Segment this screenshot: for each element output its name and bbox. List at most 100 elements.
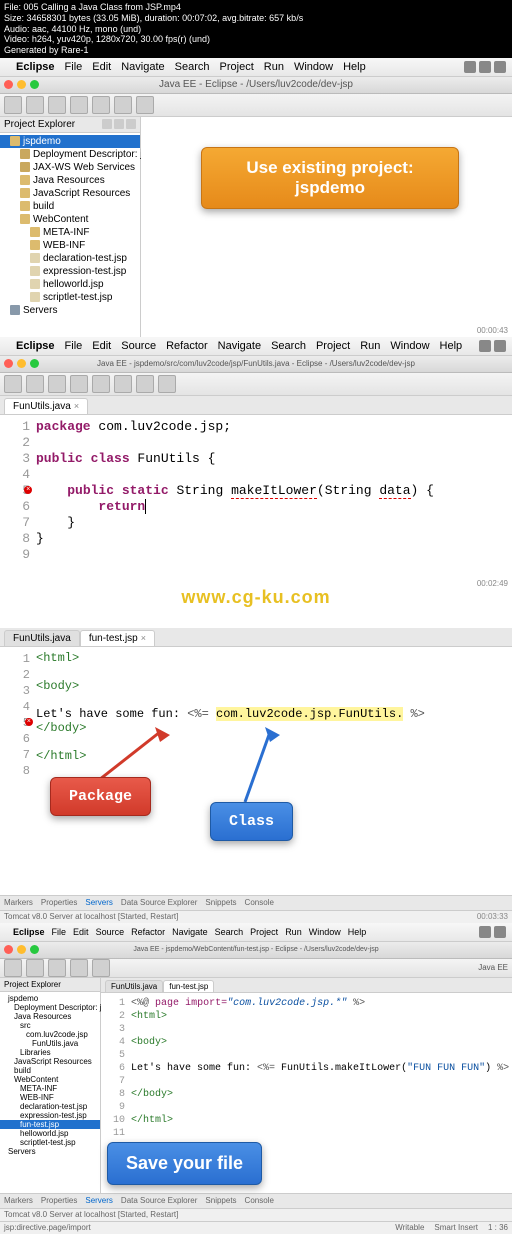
tray-icon[interactable] — [479, 61, 491, 73]
tab-funtest[interactable]: fun-test.jsp — [163, 980, 214, 992]
tree-item[interactable]: com.luv2code.jsp — [0, 1030, 100, 1039]
close-button[interactable] — [4, 945, 13, 954]
close-button[interactable] — [4, 359, 13, 368]
toolbar-button[interactable] — [48, 96, 66, 114]
tab-funutils[interactable]: FunUtils.java — [4, 630, 80, 646]
menu-project[interactable]: Project — [316, 340, 350, 352]
menu-search[interactable]: Search — [175, 61, 210, 73]
toolbar-button[interactable] — [70, 959, 88, 977]
tab-console[interactable]: Console — [245, 898, 274, 907]
code-editor[interactable]: 1234×56789 package com.luv2code.jsp; pub… — [0, 415, 512, 567]
tab-markers[interactable]: Markers — [4, 1196, 33, 1205]
tree-item[interactable]: META-INF — [0, 226, 140, 239]
toolbar-button[interactable] — [26, 375, 44, 393]
tree-item[interactable]: expression-test.jsp — [0, 265, 140, 278]
tree-item[interactable]: WEB-INF — [0, 1093, 100, 1102]
toolbar-button[interactable] — [136, 375, 154, 393]
tab-servers[interactable]: Servers — [85, 898, 113, 907]
tree-item[interactable]: Deployment Descriptor: jspdemo — [0, 148, 140, 161]
menu-edit[interactable]: Edit — [92, 61, 111, 73]
tree-servers[interactable]: Servers — [0, 1147, 100, 1156]
server-status[interactable]: Tomcat v8.0 Server at localhost [Started… — [4, 912, 178, 921]
tab-properties[interactable]: Properties — [41, 898, 77, 907]
close-icon[interactable]: × — [74, 401, 79, 411]
tab-datasource[interactable]: Data Source Explorer — [121, 898, 197, 907]
code-text[interactable]: package com.luv2code.jsp; public class F… — [36, 419, 512, 563]
error-marker-icon[interactable]: × — [25, 718, 33, 726]
menu-refactor[interactable]: Refactor — [131, 927, 165, 937]
tab-funutils[interactable]: FunUtils.java — [105, 980, 163, 992]
toolbar-button[interactable] — [26, 96, 44, 114]
menu-window[interactable]: Window — [390, 340, 429, 352]
tree-item[interactable]: src — [0, 1021, 100, 1030]
menu-help[interactable]: Help — [440, 340, 463, 352]
collapse-icon[interactable] — [102, 119, 112, 129]
menu-navigate[interactable]: Navigate — [172, 927, 208, 937]
toolbar-button[interactable] — [92, 959, 110, 977]
toolbar-button[interactable] — [114, 96, 132, 114]
tab-snippets[interactable]: Snippets — [205, 1196, 236, 1205]
tree-item[interactable]: Java Resources — [0, 174, 140, 187]
menu-file[interactable]: File — [65, 340, 83, 352]
tab-funtest[interactable]: fun-test.jsp× — [80, 630, 155, 646]
code-text[interactable]: <%@ page import="com.luv2code.jsp.*" %> … — [131, 997, 512, 1140]
tree-item[interactable]: FunUtils.java — [0, 1039, 100, 1048]
menu-eclipse[interactable]: Eclipse — [13, 927, 45, 937]
tree-item[interactable]: JavaScript Resources — [0, 187, 140, 200]
menu-search[interactable]: Search — [215, 927, 244, 937]
toolbar-button[interactable] — [114, 375, 132, 393]
tab-funutils[interactable]: FunUtils.java× — [4, 398, 88, 414]
link-icon[interactable] — [114, 119, 124, 129]
toolbar-button[interactable] — [4, 96, 22, 114]
menu-refactor[interactable]: Refactor — [166, 340, 208, 352]
tree-item[interactable]: Deployment Descriptor: jspdemo — [0, 1003, 100, 1012]
tab-properties[interactable]: Properties — [41, 1196, 77, 1205]
menu-help[interactable]: Help — [343, 61, 366, 73]
menu-window[interactable]: Window — [309, 927, 341, 937]
tree-item[interactable]: META-INF — [0, 1084, 100, 1093]
zoom-button[interactable] — [30, 945, 39, 954]
menu-file[interactable]: File — [65, 61, 83, 73]
menu-navigate[interactable]: Navigate — [121, 61, 164, 73]
perspective-switcher[interactable]: Java EE — [478, 963, 508, 972]
tab-markers[interactable]: Markers — [4, 898, 33, 907]
tree-servers[interactable]: Servers — [0, 304, 140, 317]
menu-file[interactable]: File — [52, 927, 67, 937]
minimize-button[interactable] — [17, 359, 26, 368]
zoom-button[interactable] — [30, 80, 39, 89]
menu-project[interactable]: Project — [220, 61, 254, 73]
menu-navigate[interactable]: Navigate — [218, 340, 261, 352]
toolbar-button[interactable] — [4, 375, 22, 393]
tree-item[interactable]: JAX-WS Web Services — [0, 161, 140, 174]
toolbar-button[interactable] — [48, 959, 66, 977]
menu-edit[interactable]: Edit — [92, 340, 111, 352]
menu-run[interactable]: Run — [285, 927, 302, 937]
toolbar-button[interactable] — [158, 375, 176, 393]
tray-icon[interactable] — [479, 340, 491, 352]
tab-snippets[interactable]: Snippets — [205, 898, 236, 907]
tree-item[interactable]: helloworld.jsp — [0, 1129, 100, 1138]
close-button[interactable] — [4, 80, 13, 89]
menu-window[interactable]: Window — [294, 61, 333, 73]
tree-item[interactable]: WebContent — [0, 1075, 100, 1084]
tree-item[interactable]: declaration-test.jsp — [0, 252, 140, 265]
tree-item[interactable]: scriptlet-test.jsp — [0, 291, 140, 304]
menu-run[interactable]: Run — [264, 61, 284, 73]
evernote-icon[interactable] — [464, 61, 476, 73]
menu-eclipse[interactable]: Eclipse — [16, 61, 55, 73]
tree-project-root[interactable]: jspdemo — [0, 135, 140, 148]
tab-datasource[interactable]: Data Source Explorer — [121, 1196, 197, 1205]
toolbar-button[interactable] — [70, 96, 88, 114]
zoom-button[interactable] — [30, 359, 39, 368]
menu-icon[interactable] — [126, 119, 136, 129]
menu-source[interactable]: Source — [96, 927, 125, 937]
toolbar-button[interactable] — [48, 375, 66, 393]
menu-project[interactable]: Project — [250, 927, 278, 937]
menu-edit[interactable]: Edit — [73, 927, 89, 937]
tab-servers[interactable]: Servers — [85, 1196, 113, 1205]
tree-root[interactable]: jspdemo — [0, 994, 100, 1003]
toolbar-button[interactable] — [4, 959, 22, 977]
tray-icon[interactable] — [479, 926, 491, 938]
tray-icon[interactable] — [494, 340, 506, 352]
code-text[interactable]: <html> <body> Let's have some fun: <%= c… — [36, 651, 512, 891]
